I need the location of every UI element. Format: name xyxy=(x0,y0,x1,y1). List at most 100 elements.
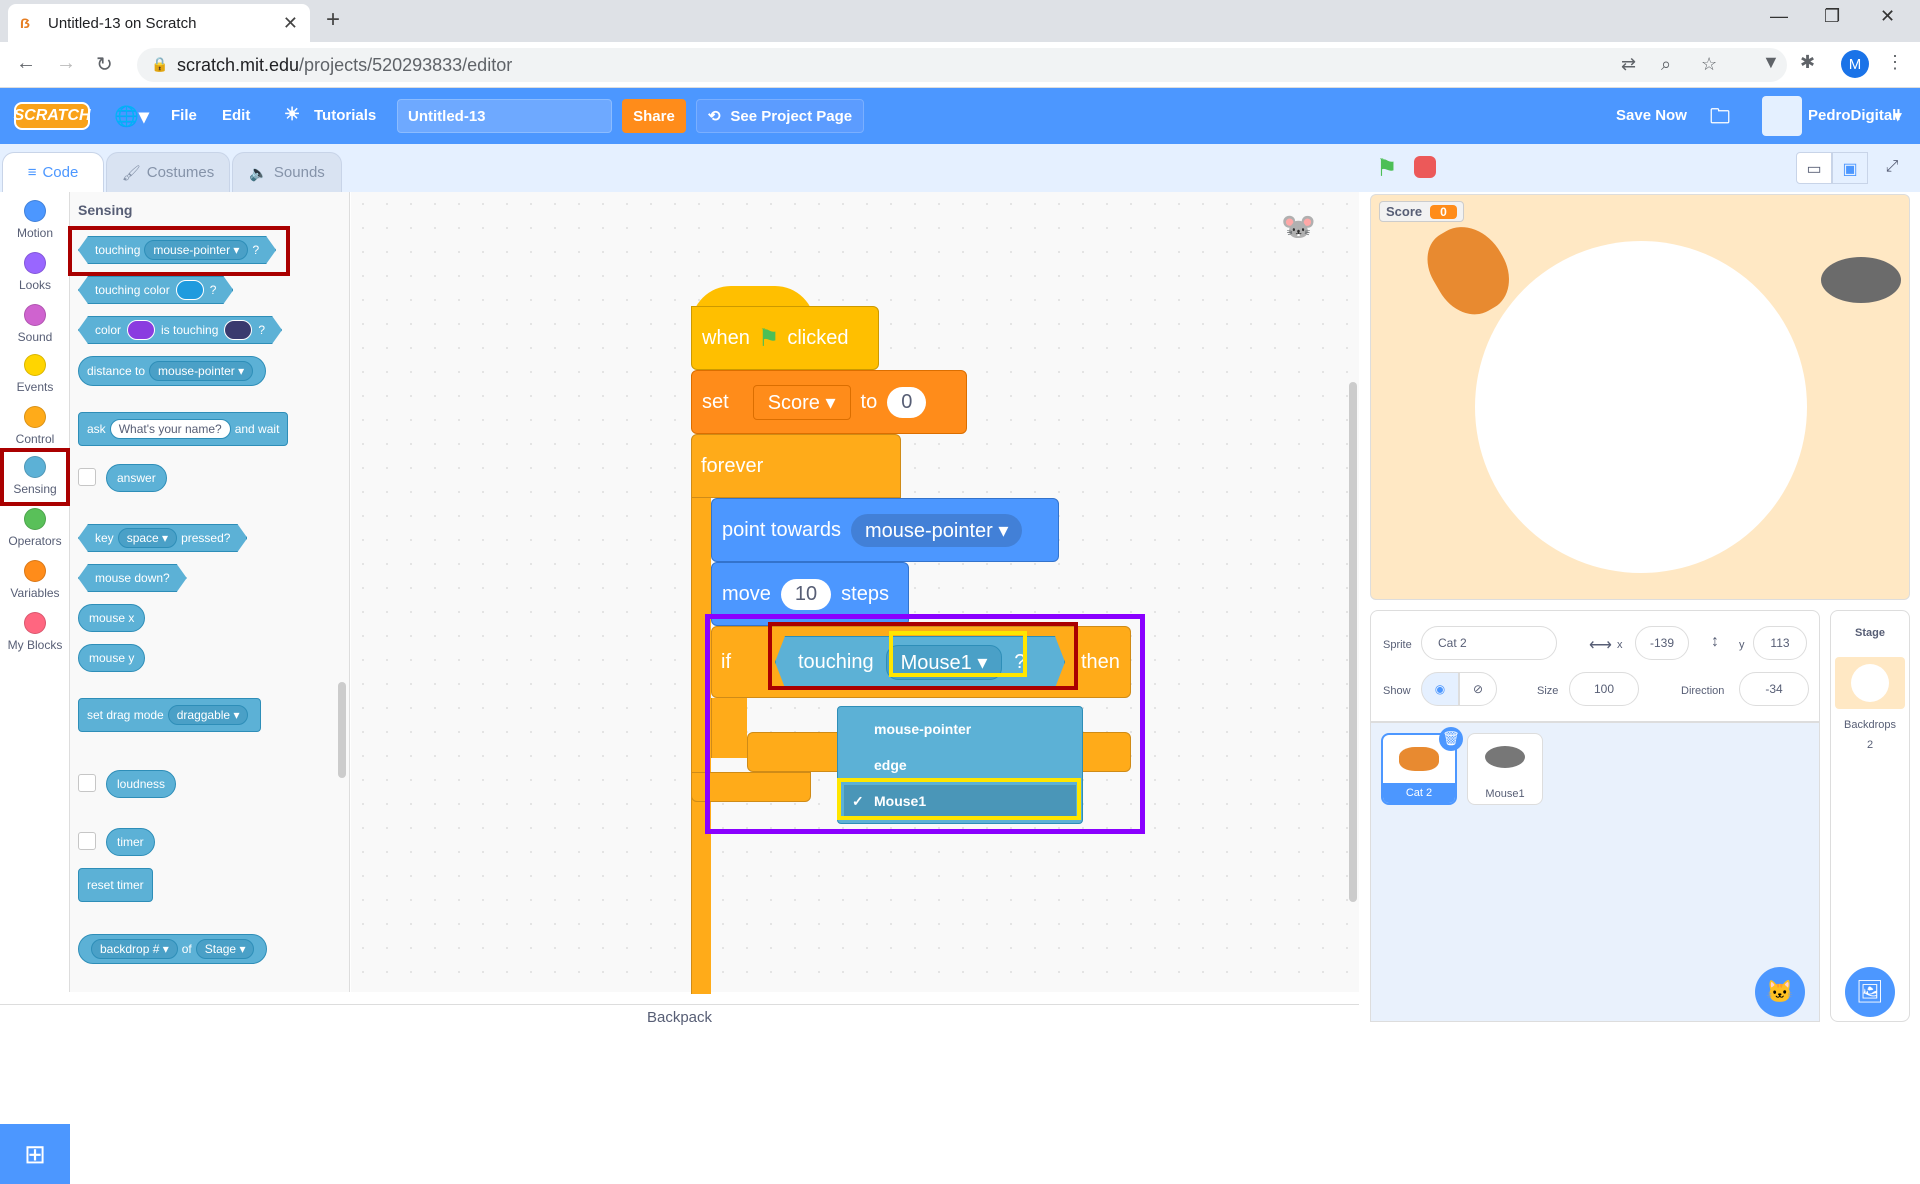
if-touching-dropdown[interactable]: Mouse1 ▾ xyxy=(886,645,1003,680)
url-bar[interactable]: 🔒 scratch.mit.edu/projects/520293833/edi… xyxy=(137,48,1787,82)
user-menu-chevron-icon[interactable]: ▾ xyxy=(1894,107,1902,125)
fullscreen-icon[interactable]: ⤢ xyxy=(1874,152,1910,184)
palette-touching-color-block[interactable]: touching color ? xyxy=(78,276,233,304)
kebab-menu-icon[interactable]: ⋮ xyxy=(1886,52,1904,73)
script-area[interactable]: 🐭 when ⚑ clicked set Score ▾ to 0 foreve… xyxy=(351,192,1683,1002)
palette-mouse-y-block[interactable]: mouse y xyxy=(78,644,146,672)
edit-menu[interactable]: Edit xyxy=(222,107,250,124)
my-stuff-folder-icon[interactable]: 🗀 xyxy=(1710,102,1730,136)
stop-icon[interactable] xyxy=(1414,156,1436,178)
language-globe-icon[interactable]: 🌐▾ xyxy=(114,104,149,129)
tab-code[interactable]: ≡ Code xyxy=(2,152,104,192)
size-input[interactable]: 100 xyxy=(1569,672,1639,706)
normal-stage-icon[interactable]: ▣ xyxy=(1832,152,1868,184)
project-title-input[interactable]: Untitled-13 xyxy=(397,99,612,133)
tab-sounds[interactable]: 🔈 Sounds xyxy=(232,152,342,192)
stage-selector[interactable]: Stage Backdrops 2 🖼 xyxy=(1830,610,1910,1022)
direction-input[interactable]: -34 xyxy=(1739,672,1809,706)
choose-backdrop-icon[interactable]: 🖼 xyxy=(1845,967,1895,1017)
share-button[interactable]: Share xyxy=(622,99,686,133)
palette-ask-block[interactable]: ask What's your name? and wait xyxy=(78,412,289,446)
palette-touching-dropdown[interactable]: mouse-pointer ▾ xyxy=(144,240,248,260)
extension-icon[interactable]: ▼ xyxy=(1762,52,1780,73)
add-extension-icon[interactable]: ⊞ xyxy=(0,1124,70,1184)
minimize-icon[interactable]: — xyxy=(1770,6,1788,27)
category-sound[interactable]: Sound xyxy=(0,304,70,344)
save-now-button[interactable]: Save Now xyxy=(1616,107,1687,124)
mouse-sprite[interactable] xyxy=(1821,257,1901,303)
category-events[interactable]: Events xyxy=(0,354,70,394)
move-steps-input[interactable]: 10 xyxy=(780,578,832,610)
close-tab-icon[interactable]: ✕ xyxy=(283,13,298,34)
sprite-name-input[interactable]: Cat 2 xyxy=(1421,626,1557,660)
stage-canvas[interactable]: Score 0 xyxy=(1370,194,1910,600)
set-value-input[interactable]: 0 xyxy=(887,386,927,418)
category-operators[interactable]: Operators xyxy=(0,508,70,548)
color-swatch-dark[interactable] xyxy=(224,320,252,340)
palette-backdrop-of-block[interactable]: backdrop # ▾ of Stage ▾ xyxy=(78,934,268,964)
sprite-tile-cat2[interactable]: Cat 2 🗑 xyxy=(1381,727,1463,805)
category-looks[interactable]: Looks xyxy=(0,252,70,292)
translate-icon[interactable]: ⇄ xyxy=(1621,54,1636,75)
if-touching-condition[interactable]: touching Mouse1 ▾ ? xyxy=(775,636,1065,688)
color-swatch-blue[interactable] xyxy=(176,280,204,300)
palette-key-pressed-block[interactable]: key space ▾ pressed? xyxy=(78,524,247,552)
zoom-icon[interactable]: ⌕ xyxy=(1661,54,1671,75)
timer-checkbox[interactable] xyxy=(78,832,96,850)
dropdown-option[interactable]: mouse-pointer xyxy=(844,713,1076,745)
sprite-tile-mouse1[interactable]: Mouse1 xyxy=(1467,733,1543,805)
palette-reset-timer-block[interactable]: reset timer xyxy=(78,868,153,902)
category-variables[interactable]: Variables xyxy=(0,560,70,600)
dropdown-option[interactable]: edge xyxy=(844,749,1076,781)
palette-set-drag-mode-block[interactable]: set drag mode draggable ▾ xyxy=(78,698,262,732)
move-steps-block[interactable]: move 10 steps xyxy=(711,562,909,626)
palette-scrollbar[interactable] xyxy=(338,682,346,778)
choose-sprite-icon[interactable]: 🐱 xyxy=(1755,967,1805,1017)
reload-icon[interactable]: ↻ xyxy=(96,52,113,77)
category-my-blocks[interactable]: My Blocks xyxy=(0,612,70,652)
palette-answer-block[interactable]: answer xyxy=(106,464,167,492)
palette-drag-dropdown[interactable]: draggable ▾ xyxy=(167,705,249,725)
loudness-checkbox[interactable] xyxy=(78,774,96,792)
y-input[interactable]: 113 xyxy=(1753,626,1807,660)
file-menu[interactable]: File xyxy=(171,107,197,124)
x-input[interactable]: -139 xyxy=(1635,626,1689,660)
point-towards-dropdown[interactable]: mouse-pointer ▾ xyxy=(850,513,1023,547)
palette-mouse-down-block[interactable]: mouse down? xyxy=(78,564,187,592)
variable-dropdown[interactable]: Score ▾ xyxy=(752,384,851,420)
show-visible-icon[interactable]: ◉ xyxy=(1421,672,1459,706)
palette-mouse-x-block[interactable]: mouse x xyxy=(78,604,146,632)
tutorials-menu[interactable]: Tutorials xyxy=(314,107,376,124)
palette-loudness-block[interactable]: loudness xyxy=(106,770,177,798)
profile-avatar[interactable]: M xyxy=(1841,50,1869,78)
see-project-page-button[interactable]: ⟲ See Project Page xyxy=(696,99,864,133)
delete-sprite-icon[interactable]: 🗑 xyxy=(1439,727,1463,751)
when-flag-clicked-block[interactable]: when ⚑ clicked xyxy=(691,306,879,370)
set-variable-block[interactable]: set Score ▾ to 0 xyxy=(691,370,967,434)
scratch-logo[interactable]: SCRATCH xyxy=(13,102,91,130)
category-control[interactable]: Control xyxy=(0,406,70,446)
browser-tab[interactable]: ẞ Untitled-13 on Scratch ✕ xyxy=(8,4,310,42)
palette-color-touching-block[interactable]: color is touching ? xyxy=(78,316,282,344)
palette-touching-block[interactable]: touching mouse-pointer ▾ ? xyxy=(78,236,276,264)
answer-checkbox[interactable] xyxy=(78,468,96,486)
forward-icon[interactable]: → xyxy=(56,52,76,75)
puzzle-icon[interactable]: ✱ xyxy=(1800,52,1815,73)
score-monitor[interactable]: Score 0 xyxy=(1379,201,1464,222)
bookmark-star-icon[interactable]: ☆ xyxy=(1701,54,1717,75)
palette-key-dropdown[interactable]: space ▾ xyxy=(118,528,177,548)
tab-costumes[interactable]: 🖌 Costumes xyxy=(106,152,230,192)
new-tab-icon[interactable]: + xyxy=(326,6,340,34)
dropdown-option-selected[interactable]: ✓ Mouse1 xyxy=(844,785,1076,817)
script-scrollbar[interactable] xyxy=(1349,382,1357,902)
palette-stage-dropdown[interactable]: Stage ▾ xyxy=(195,939,255,959)
backpack-bar[interactable]: Backpack xyxy=(0,1004,1359,1028)
palette-distance-block[interactable]: distance to mouse-pointer ▾ xyxy=(78,356,267,386)
color-swatch-purple[interactable] xyxy=(127,320,155,340)
username[interactable]: PedroDigitall xyxy=(1808,107,1901,124)
palette-ask-input[interactable]: What's your name? xyxy=(109,419,231,439)
green-flag-icon[interactable]: ⚑ xyxy=(1376,154,1398,183)
user-avatar[interactable] xyxy=(1762,96,1802,136)
palette-timer-block[interactable]: timer xyxy=(106,828,155,856)
point-towards-block[interactable]: point towards mouse-pointer ▾ xyxy=(711,498,1059,562)
